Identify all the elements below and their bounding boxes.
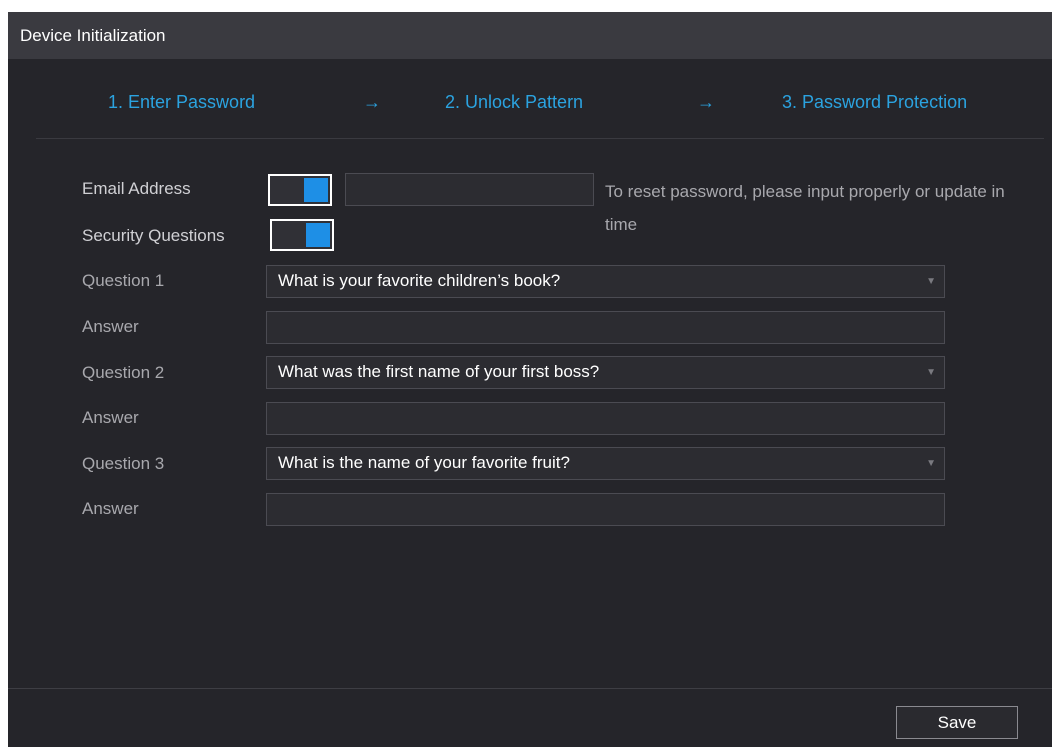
answer-3-input[interactable] bbox=[266, 493, 945, 526]
security-questions-toggle[interactable] bbox=[270, 219, 334, 251]
question-2-label: Question 2 bbox=[82, 363, 165, 382]
caret-down-icon: ▼ bbox=[926, 276, 936, 287]
window-title: Device Initialization bbox=[8, 12, 1052, 59]
question-3-selected-value: What is the name of your favorite fruit? bbox=[278, 453, 570, 472]
toggle-knob bbox=[306, 223, 330, 247]
question-1-selected-value: What is your favorite children’s book? bbox=[278, 271, 561, 290]
device-initialization-window: Device Initialization 1. Enter Password … bbox=[8, 12, 1052, 747]
question-2-select[interactable]: What was the first name of your first bo… bbox=[266, 356, 945, 389]
step-divider bbox=[36, 138, 1044, 139]
step-enter-password: 1. Enter Password bbox=[108, 92, 256, 112]
step-unlock-pattern: 2. Unlock Pattern bbox=[445, 92, 584, 112]
answer-1-input[interactable] bbox=[266, 311, 945, 344]
step-indicator: 1. Enter Password → 2. Unlock Pattern → … bbox=[8, 88, 1052, 116]
answer-3-label: Answer bbox=[82, 499, 139, 518]
save-button[interactable]: Save bbox=[896, 706, 1018, 739]
question-1-select[interactable]: What is your favorite children’s book? ▼ bbox=[266, 265, 945, 298]
email-input[interactable] bbox=[345, 173, 594, 206]
reset-hint-text: To reset password, please input properly… bbox=[605, 182, 1005, 234]
question-1-label: Question 1 bbox=[82, 271, 165, 290]
question-3-select[interactable]: What is the name of your favorite fruit?… bbox=[266, 447, 945, 480]
question-2-selected-value: What was the first name of your first bo… bbox=[278, 362, 600, 381]
step-password-protection: 3. Password Protection bbox=[782, 92, 968, 112]
arrow-right-icon: → bbox=[363, 92, 381, 112]
email-address-label: Email Address bbox=[82, 179, 191, 198]
caret-down-icon: ▼ bbox=[926, 458, 936, 469]
question-3-label: Question 3 bbox=[82, 454, 165, 473]
email-toggle[interactable] bbox=[268, 174, 332, 206]
security-questions-label: Security Questions bbox=[82, 226, 225, 245]
answer-1-label: Answer bbox=[82, 317, 139, 336]
footer-divider bbox=[8, 688, 1052, 689]
caret-down-icon: ▼ bbox=[926, 367, 936, 378]
answer-2-label: Answer bbox=[82, 408, 139, 427]
toggle-knob bbox=[304, 178, 328, 202]
arrow-right-icon: → bbox=[697, 92, 715, 112]
answer-2-input[interactable] bbox=[266, 402, 945, 435]
